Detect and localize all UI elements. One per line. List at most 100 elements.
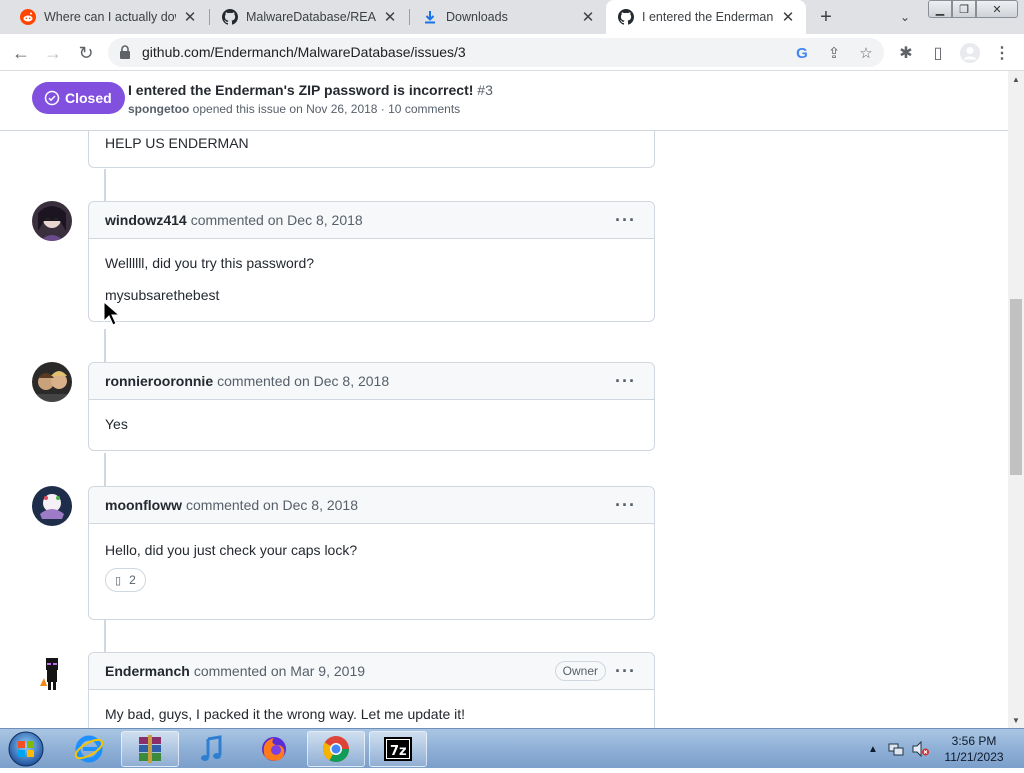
menu-kebab-icon[interactable]: ⋮ — [991, 42, 1013, 64]
timeline-connector — [104, 329, 106, 363]
close-icon[interactable]: ✕ — [382, 9, 398, 26]
restore-button[interactable]: ❐ — [952, 0, 976, 18]
forward-button[interactable]: → — [40, 40, 66, 66]
scroll-down-icon[interactable]: ▼ — [1012, 716, 1020, 725]
comment-body: Yes — [89, 400, 654, 450]
windows-taskbar: 7z ▲ 3:56 PM 11/21/2023 — [0, 728, 1024, 768]
tab-downloads[interactable]: Downloads ✕ — [410, 0, 606, 34]
itunes-icon[interactable] — [183, 731, 241, 767]
issue-author-link[interactable]: spongetoo — [128, 102, 189, 116]
taskbar-clock[interactable]: 3:56 PM 11/21/2023 — [936, 733, 1012, 765]
comment-options-icon[interactable]: ··· — [615, 495, 636, 516]
side-panel-icon[interactable]: ▯ — [927, 42, 949, 64]
winrar-icon[interactable] — [121, 731, 179, 767]
comment-author[interactable]: ronnierooronnie — [105, 373, 213, 389]
comment-body: Hello, did you just check your caps lock… — [89, 524, 654, 608]
comment-text: mysubsarethebest — [105, 287, 220, 303]
download-icon — [425, 11, 435, 24]
comment-text: Hello, did you just check your caps lock… — [105, 542, 358, 558]
issue-number: #3 — [477, 82, 493, 98]
address-bar[interactable]: github.com/Endermanch/MalwareDatabase/is… — [108, 38, 884, 67]
lock-icon — [120, 45, 130, 59]
browser-toolbar: ← → ↻ github.com/Endermanch/MalwareDatab… — [0, 34, 1024, 71]
internet-explorer-icon[interactable] — [60, 731, 118, 767]
page-content: Closed I entered the Enderman's ZIP pass… — [0, 71, 1008, 728]
tab-title: Where can I actually dow — [44, 10, 176, 24]
emoji-icon: ▯ — [115, 574, 122, 587]
tab-strip: Where can I actually dow ✕ MalwareDataba… — [0, 0, 1024, 34]
issue-meta-text: opened this issue on Nov 26, 2018 · 10 c… — [192, 102, 461, 116]
comment-timestamp[interactable]: commented on Dec 8, 2018 — [217, 373, 389, 389]
tab-title: Downloads — [446, 10, 508, 24]
vertical-scrollbar[interactable]: ▲ ▼ — [1008, 71, 1024, 728]
issue-state-label: Closed — [65, 90, 112, 106]
comment-box: moonfloww commented on Dec 8, 2018 ··· H… — [88, 486, 655, 620]
reaction-count: 2 — [129, 573, 136, 587]
tab-search-chevron-icon[interactable]: ⌄ — [893, 6, 917, 28]
comment-timestamp[interactable]: commented on Dec 8, 2018 — [191, 212, 363, 228]
tab-issue-active[interactable]: I entered the Enderman's ✕ — [606, 0, 806, 34]
clock-time: 3:56 PM — [951, 734, 997, 748]
svg-text:7z: 7z — [390, 744, 407, 759]
timeline-connector — [104, 453, 106, 487]
tray-expand-icon[interactable]: ▲ — [868, 744, 878, 755]
volume-muted-icon[interactable] — [912, 741, 930, 757]
clock-date: 11/21/2023 — [944, 750, 1004, 764]
comment-author[interactable]: Endermanch — [105, 663, 190, 679]
new-tab-button[interactable]: + — [814, 5, 838, 29]
comment-header: Endermanch commented on Mar 9, 2019 Owne… — [89, 653, 654, 690]
issue-title: I entered the Enderman's ZIP password is… — [128, 82, 493, 98]
7zip-icon[interactable]: 7z — [369, 731, 427, 767]
avatar[interactable] — [32, 201, 72, 241]
comment-timestamp[interactable]: commented on Dec 8, 2018 — [186, 497, 358, 513]
comment-text: My bad, guys, I packed it the wrong way.… — [105, 706, 466, 722]
close-icon[interactable]: ✕ — [580, 9, 596, 26]
comment-body: Wellllll, did you try this password? mys… — [89, 239, 654, 321]
reload-button[interactable]: ↻ — [73, 40, 99, 66]
comment-author[interactable]: moonfloww — [105, 497, 182, 513]
scrollbar-thumb[interactable] — [1010, 299, 1022, 475]
tab-reddit[interactable]: Where can I actually dow ✕ — [8, 0, 208, 34]
comment-header: windowz414 commented on Dec 8, 2018 ··· — [89, 202, 654, 239]
comment-options-icon[interactable]: ··· — [615, 371, 636, 392]
firefox-icon[interactable] — [245, 731, 303, 767]
comment-box: Endermanch commented on Mar 9, 2019 Owne… — [88, 652, 655, 728]
chrome-icon[interactable] — [307, 731, 365, 767]
avatar[interactable] — [32, 362, 72, 402]
url-text[interactable]: github.com/Endermanch/MalwareDatabase/is… — [142, 44, 466, 60]
tab-title: MalwareDatabase/READM — [246, 10, 376, 24]
google-lens-icon[interactable]: G — [792, 43, 812, 63]
comment-text: HELP US ENDERMAN — [105, 135, 249, 151]
tab-github-readme[interactable]: MalwareDatabase/READM ✕ — [210, 0, 408, 34]
close-icon[interactable]: ✕ — [780, 9, 796, 26]
issue-state-badge: Closed — [32, 82, 125, 114]
comment-header: moonfloww commented on Dec 8, 2018 ··· — [89, 487, 654, 524]
avatar[interactable] — [32, 486, 72, 526]
comment-text: Wellllll, did you try this password? — [105, 255, 315, 271]
issue-sticky-header: Closed I entered the Enderman's ZIP pass… — [0, 71, 1008, 131]
tab-title: I entered the Enderman's — [642, 10, 774, 24]
comment-box: windowz414 commented on Dec 8, 2018 ··· … — [88, 201, 655, 322]
issue-meta: spongetoo opened this issue on Nov 26, 2… — [128, 102, 460, 116]
minimize-button[interactable]: ▁ — [928, 0, 952, 18]
extensions-icon[interactable]: ✱ — [895, 42, 917, 64]
bookmark-star-icon[interactable]: ☆ — [856, 43, 876, 63]
comment-author[interactable]: windowz414 — [105, 212, 187, 228]
back-button[interactable]: ← — [8, 40, 34, 66]
window-close-button[interactable]: ✕ — [976, 0, 1018, 18]
mouse-cursor-icon — [103, 301, 121, 326]
comment-timestamp[interactable]: commented on Mar 9, 2019 — [194, 663, 365, 679]
scroll-up-icon[interactable]: ▲ — [1012, 75, 1020, 84]
profile-avatar-icon[interactable] — [959, 42, 981, 64]
comment-options-icon[interactable]: ··· — [615, 210, 636, 231]
network-icon[interactable] — [888, 741, 904, 757]
comment-box: ronnierooronnie commented on Dec 8, 2018… — [88, 362, 655, 451]
start-orb-icon[interactable] — [6, 730, 46, 768]
share-icon[interactable]: ⇪ — [824, 43, 844, 63]
comment-header: ronnierooronnie commented on Dec 8, 2018… — [89, 363, 654, 400]
close-icon[interactable]: ✕ — [182, 9, 198, 26]
owner-badge: Owner — [554, 661, 606, 681]
avatar[interactable] — [32, 652, 72, 692]
reaction-button[interactable]: ▯ 2 — [105, 568, 146, 592]
comment-options-icon[interactable]: ··· — [615, 661, 636, 682]
